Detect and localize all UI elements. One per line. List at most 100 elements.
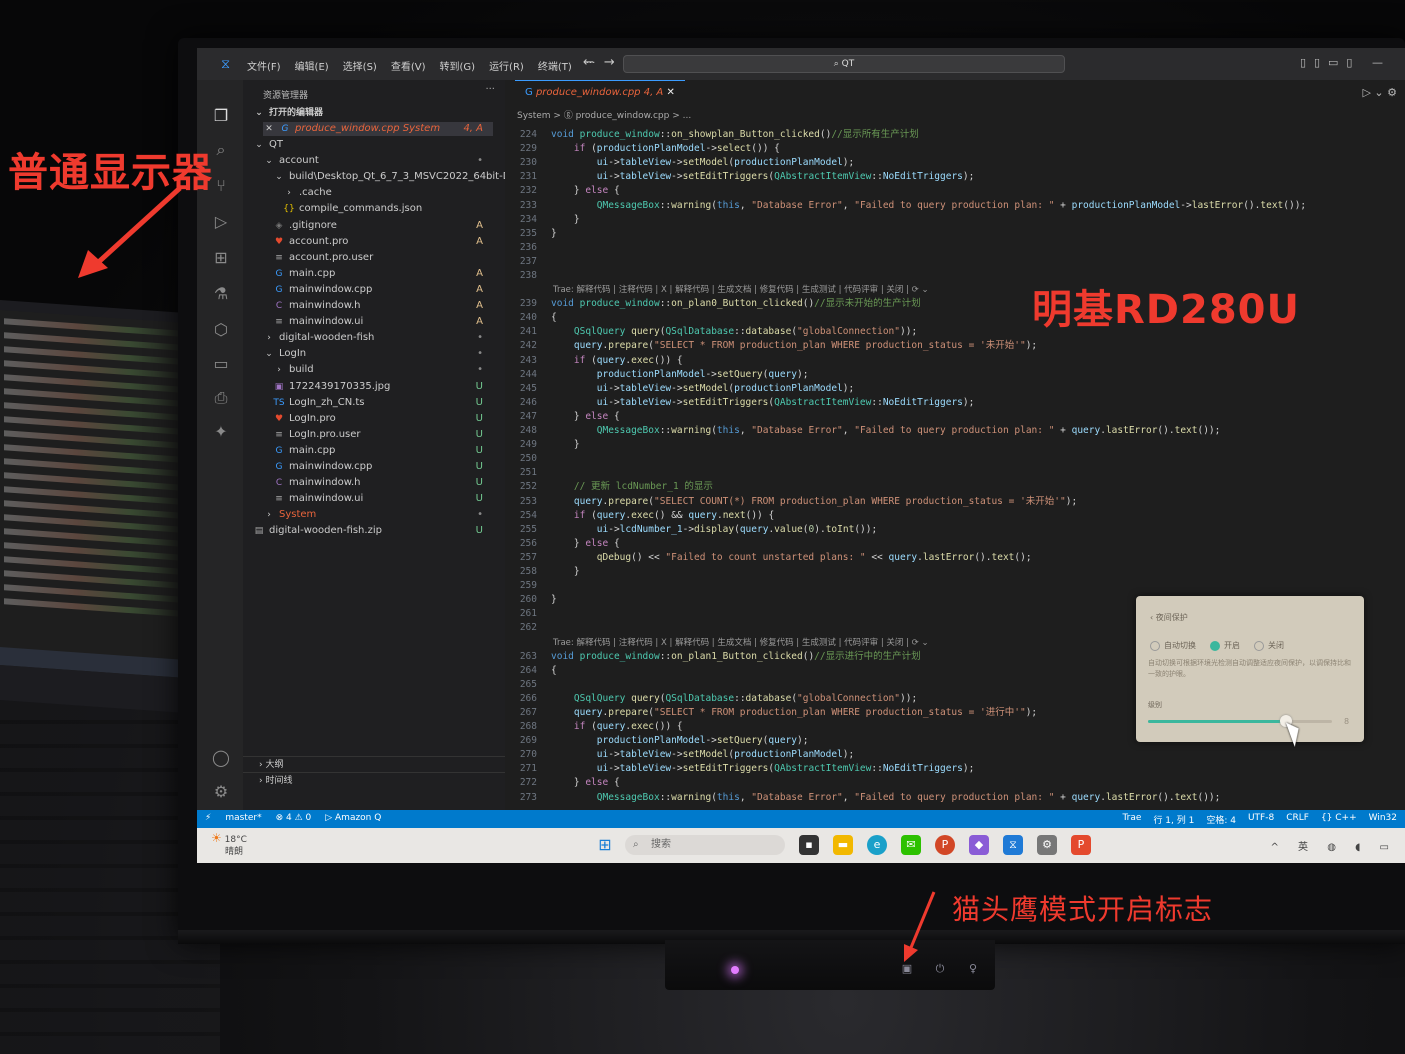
- file-tree-item[interactable]: Gmainwindow.cpp A: [273, 283, 493, 297]
- open-editors-section[interactable]: ⌄ 打开的编辑器: [253, 106, 323, 120]
- language-mode[interactable]: {} C++: [1321, 813, 1357, 826]
- code-text: } else {: [551, 777, 620, 789]
- testing-icon[interactable]: ⚗: [211, 284, 231, 304]
- system-tray[interactable]: ^ 英 ◍ ◖ ▭: [1270, 838, 1397, 853]
- trae-status[interactable]: Trae: [1123, 813, 1142, 826]
- file-tree-item[interactable]: ≡ account.pro.user: [273, 251, 493, 265]
- line-ending[interactable]: CRLF: [1286, 813, 1309, 826]
- command-search-input[interactable]: ⌕ QT: [623, 55, 1065, 73]
- run-debug-icon[interactable]: ▷: [211, 212, 231, 232]
- file-tree-item[interactable]: Cmainwindow.h U: [273, 476, 493, 490]
- file-tree-item[interactable]: › build •: [273, 363, 493, 377]
- cursor-position[interactable]: 行 1, 列 1: [1153, 813, 1194, 826]
- search-icon[interactable]: ⌕: [211, 140, 231, 160]
- file-tree-item[interactable]: ♥ account.pro A: [273, 235, 493, 249]
- source-control-icon[interactable]: ⑂: [211, 176, 231, 196]
- file-tree-item[interactable]: ⌄ build\Desktop_Qt_6_7_3_MSVC2022_64bit-D…: [273, 170, 548, 184]
- file-explorer-icon[interactable]: ▬: [833, 835, 853, 855]
- encoding[interactable]: UTF-8: [1248, 813, 1274, 826]
- indentation[interactable]: 空格: 4: [1206, 813, 1236, 826]
- monitor-bulb-icon[interactable]: ♀: [966, 963, 980, 975]
- explorer-more-icon[interactable]: ···: [485, 84, 495, 95]
- task-view-icon[interactable]: ▪: [799, 835, 819, 855]
- trae-codelens[interactable]: Trae: 解释代码 | 注释代码 | X | 解释代码 | 生成文档 | 修复…: [553, 284, 929, 296]
- file-tree-item[interactable]: › System •: [263, 508, 493, 522]
- menu-selection[interactable]: 选择(S): [343, 58, 377, 73]
- menu-file[interactable]: 文件(F): [247, 58, 281, 73]
- outline-section[interactable]: › 大纲: [243, 756, 505, 772]
- windows-start-icon[interactable]: ⊞: [595, 835, 615, 855]
- file-tree-item[interactable]: Gmainwindow.cpp U: [273, 460, 493, 474]
- ai-icon[interactable]: ✦: [211, 422, 231, 442]
- level-label: 级别: [1148, 701, 1162, 709]
- run-icon[interactable]: ▷ ⌄ ⚙: [1362, 86, 1397, 99]
- platform[interactable]: Win32: [1369, 813, 1397, 826]
- code-text: void produce_window::on_showplan_Button_…: [551, 129, 919, 140]
- editor-tab[interactable]: G produce_window.cpp 4, A ✕: [515, 80, 685, 105]
- settings-gear-icon[interactable]: ⚙: [211, 782, 231, 802]
- extensions-icon[interactable]: ⊞: [211, 248, 231, 268]
- code-text: }: [551, 566, 580, 577]
- file-tree-item[interactable]: ▤ digital-wooden-fish.zip U: [253, 524, 493, 538]
- menu-go[interactable]: 转到(G): [440, 58, 476, 73]
- breadcrumb[interactable]: System > ⓖ produce_window.cpp > ...: [517, 108, 691, 121]
- taskbar-search-input[interactable]: ⌕ 搜索: [625, 835, 785, 855]
- file-tree-item[interactable]: ⌄ account •: [263, 154, 493, 168]
- open-editor-item[interactable]: ✕ Gproduce_window.cpp System 4, A: [263, 122, 493, 136]
- menu-terminal[interactable]: 终端(T): [538, 58, 572, 73]
- file-tree-item[interactable]: {} compile_commands.json: [283, 202, 493, 216]
- vs-icon[interactable]: ◆: [969, 835, 989, 855]
- problems-count[interactable]: ⊗ 4 ⚠ 0: [276, 813, 312, 823]
- code-text: productionPlanModel->setQuery(query);: [596, 735, 809, 747]
- trae-codelens[interactable]: Trae: 解释代码 | 注释代码 | X | 解释代码 | 生成文档 | 修复…: [553, 637, 929, 649]
- radio-on[interactable]: 开启: [1210, 640, 1240, 651]
- menu-run[interactable]: 运行(R): [489, 58, 524, 73]
- explorer-icon[interactable]: ❐: [211, 106, 231, 126]
- level-slider[interactable]: [1148, 715, 1332, 727]
- file-tree-item[interactable]: ⌄ LogIn •: [263, 347, 493, 361]
- file-tree-item[interactable]: › .cache: [283, 186, 493, 200]
- nav-arrows-icon[interactable]: ←→: [583, 55, 625, 70]
- wechat-icon[interactable]: ✉: [901, 835, 921, 855]
- git-status-badge: U: [475, 380, 483, 392]
- account-icon[interactable]: ◯: [211, 748, 231, 768]
- menu-edit[interactable]: 编辑(E): [295, 58, 329, 73]
- tab-close-icon[interactable]: ✕: [666, 87, 674, 98]
- line-number: 257: [519, 551, 537, 563]
- file-tree-item[interactable]: ≡ mainwindow.ui U: [273, 492, 493, 506]
- file-tree-item[interactable]: ≡ mainwindow.ui A: [273, 315, 493, 329]
- file-tree-label: mainwindow.cpp: [289, 283, 373, 295]
- weather-widget[interactable]: ☀ 18°C 晴朗: [211, 832, 247, 858]
- line-number: 247: [519, 410, 537, 422]
- file-tree-item[interactable]: ⌄ QT: [253, 138, 493, 152]
- settings-icon[interactable]: ⚙: [1037, 835, 1057, 855]
- file-tree-item[interactable]: ♥ LogIn.pro U: [273, 412, 493, 426]
- menu-view[interactable]: 查看(V): [391, 58, 426, 73]
- radio-auto[interactable]: 自动切换: [1150, 640, 1196, 651]
- git-status-badge: •: [477, 509, 483, 521]
- line-number: 271: [519, 763, 537, 775]
- file-tree-item[interactable]: Gmain.cpp U: [273, 444, 493, 458]
- wps-icon[interactable]: P: [1071, 835, 1091, 855]
- git-branch[interactable]: master*: [225, 813, 261, 823]
- layout-controls-icon[interactable]: ▯▯▭▯ —: [1300, 56, 1391, 69]
- file-tree-label: .gitignore: [289, 219, 337, 231]
- timeline-section[interactable]: › 时间线: [243, 772, 505, 788]
- vscode-icon[interactable]: ⧖: [1003, 835, 1023, 855]
- radio-off[interactable]: 关闭: [1254, 640, 1284, 651]
- printer-icon[interactable]: ⎙: [211, 388, 231, 408]
- shield-icon[interactable]: ⬡: [211, 320, 231, 340]
- remote-status-icon[interactable]: ⚡: [205, 813, 211, 823]
- file-tree-item[interactable]: Gmain.cpp A: [273, 267, 493, 281]
- remote-icon[interactable]: ▭: [211, 354, 231, 374]
- amazon-q-status[interactable]: ▷ Amazon Q: [325, 813, 381, 823]
- file-type-icon: ≡: [275, 317, 283, 328]
- file-tree-item[interactable]: ◈ .gitignore A: [273, 219, 493, 233]
- powerpoint-icon[interactable]: P: [935, 835, 955, 855]
- edge-icon[interactable]: e: [867, 835, 887, 855]
- file-tree-item[interactable]: Cmainwindow.h A: [273, 299, 493, 313]
- file-tree-item[interactable]: TS LogIn_zh_CN.ts U: [273, 396, 493, 410]
- file-tree-item[interactable]: ≡ LogIn.pro.user U: [273, 428, 493, 442]
- file-tree-item[interactable]: ▣ 1722439170335.jpg U: [273, 380, 493, 394]
- file-tree-item[interactable]: › digital-wooden-fish •: [263, 331, 493, 345]
